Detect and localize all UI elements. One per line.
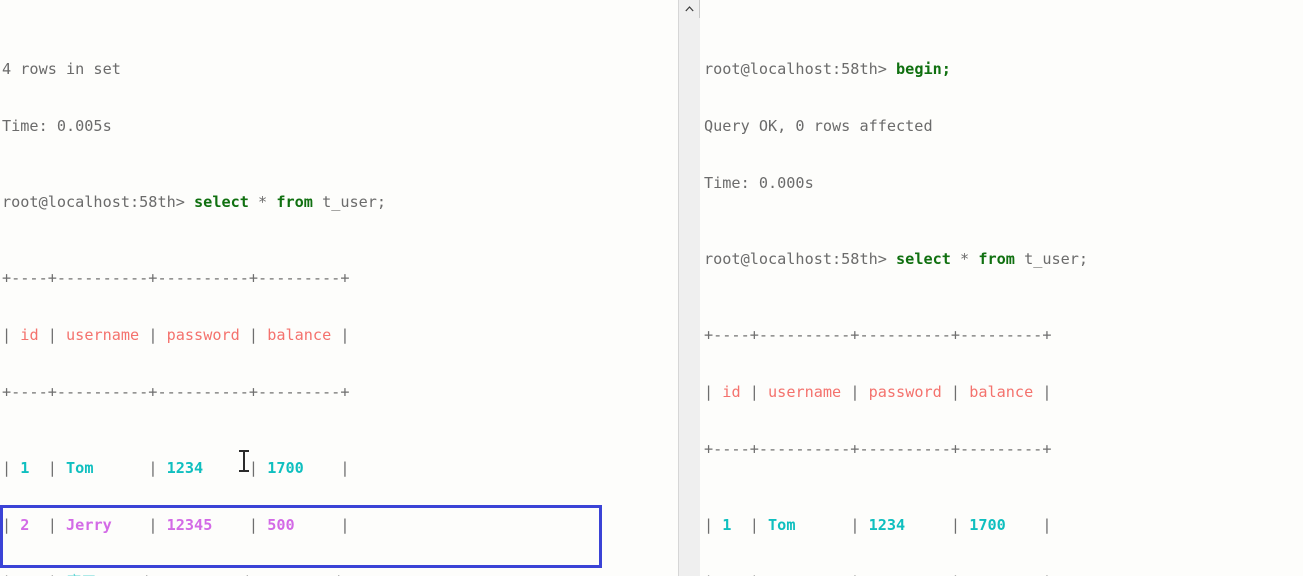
cell-username: Tom — [768, 516, 796, 534]
select-table-name: t_user; — [312, 193, 387, 211]
terminal-line: Query OK, 0 rows affected — [704, 117, 1134, 136]
column-header-id: id — [20, 326, 39, 344]
cell-balance: 1700 — [969, 516, 1006, 534]
scroll-up-arrow-icon[interactable] — [679, 0, 700, 18]
sql-keyword-from: from — [276, 193, 313, 211]
table-separator: +----+----------+----------+---------+ — [704, 440, 1052, 458]
cell-balance: 500 — [267, 516, 295, 534]
cell-balance: 1700 — [267, 459, 304, 477]
left-terminal-output: 4 rows in set Time: 0.005s root@localhos… — [2, 3, 496, 576]
table-separator: +----+----------+----------+---------+ — [2, 269, 350, 287]
terminal-line: Time: 0.005s — [2, 117, 496, 136]
query-ok-text: Query OK, 0 rows affected — [704, 117, 933, 135]
sql-keyword-select: select — [896, 250, 951, 268]
sql-keyword-from: from — [978, 250, 1015, 268]
column-header-password: password — [166, 326, 240, 344]
rows-in-set-text: 4 rows in set — [2, 60, 121, 78]
prompt-text: root@localhost:58th> — [704, 60, 887, 78]
prompt-text: root@localhost:58th> — [2, 193, 185, 211]
table-row: | 1 | Tom | 1234 | 1700 | — [704, 516, 1052, 534]
terminal-line: 4 rows in set — [2, 60, 496, 79]
column-header-username: username — [768, 383, 842, 401]
terminal-prompt-line: root@localhost:58th> begin; — [704, 60, 1134, 79]
cell-password: 1234 — [166, 459, 204, 477]
terminal-line: Time: 0.000s — [704, 174, 1134, 193]
cell-username: Tom — [66, 459, 94, 477]
column-header-id: id — [722, 383, 741, 401]
cell-password: 12345 — [166, 516, 213, 534]
select-star: * — [248, 193, 277, 211]
column-header-balance: balance — [267, 326, 332, 344]
chevron-up-icon — [685, 6, 694, 12]
table-row: | 2 | Jerry | 12345 | 500 | — [2, 516, 350, 534]
table-separator: +----+----------+----------+---------+ — [704, 326, 1052, 344]
cell-password: 1234 — [868, 516, 906, 534]
right-terminal-output: root@localhost:58th> begin; Query OK, 0 … — [704, 3, 1134, 576]
time-text: Time: 0.000s — [704, 174, 814, 192]
column-header-password: password — [868, 383, 942, 401]
scrollbar-track[interactable] — [679, 18, 700, 576]
left-terminal-panel[interactable]: 4 rows in set Time: 0.005s root@localhos… — [0, 0, 676, 576]
right-terminal-panel[interactable]: root@localhost:58th> begin; Query OK, 0 … — [700, 0, 1303, 576]
select-star: * — [950, 250, 979, 268]
table-separator: +----+----------+----------+---------+ — [2, 383, 350, 401]
table-header-row: | id | username | password | balance | — [704, 383, 1052, 401]
column-header-balance: balance — [969, 383, 1034, 401]
terminal-prompt-line: root@localhost:58th> select * from t_use… — [704, 250, 1134, 269]
cell-username: Jerry — [66, 516, 112, 534]
column-header-username: username — [66, 326, 140, 344]
vertical-scrollbar[interactable] — [678, 0, 700, 576]
time-text: Time: 0.005s — [2, 117, 112, 135]
prompt-text: root@localhost:58th> — [704, 250, 887, 268]
select-table-name: t_user; — [1014, 250, 1089, 268]
table-header-row: | id | username | password | balance | — [2, 326, 350, 344]
sql-keyword-select: select — [194, 193, 249, 211]
table-row: | 1 | Tom | 1234 | 1700 | — [2, 459, 350, 477]
sql-keyword-begin: begin; — [896, 60, 951, 78]
terminal-prompt-line: root@localhost:58th> select * from t_use… — [2, 193, 496, 212]
